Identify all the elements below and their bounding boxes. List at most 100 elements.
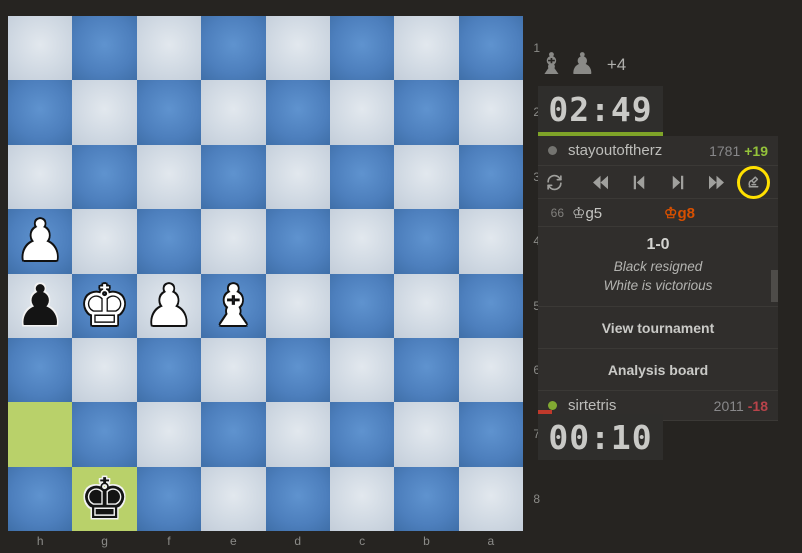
square-e3[interactable] — [201, 144, 266, 210]
square-a6[interactable] — [458, 337, 523, 403]
last-move-icon[interactable] — [697, 175, 736, 190]
result-scrollbar-thumb[interactable] — [771, 270, 778, 302]
square-c6[interactable] — [329, 337, 395, 403]
square-c2[interactable] — [329, 80, 395, 145]
square-f8[interactable] — [136, 466, 202, 531]
square-a3[interactable] — [458, 144, 523, 210]
white-king[interactable]: ♚ — [72, 274, 136, 338]
player-rating-delta: -18 — [747, 397, 768, 414]
square-f2[interactable] — [136, 80, 202, 145]
square-h8[interactable] — [8, 466, 73, 531]
square-b3[interactable] — [394, 144, 459, 210]
square-b2[interactable] — [394, 80, 459, 145]
opponent-clock: 02:49 — [538, 86, 663, 132]
square-e1[interactable] — [201, 16, 266, 81]
white-pawn[interactable]: ♟ — [8, 209, 72, 273]
square-b7[interactable] — [394, 402, 459, 467]
microscope-icon[interactable] — [736, 165, 770, 199]
square-f4[interactable] — [136, 209, 202, 274]
square-g7[interactable] — [72, 402, 137, 467]
chess-game-screen: ♟ ♟ ♚ ♟ ♝ ♚ 12345678 hgfedcba ♝ ♟ +4 02:49 st… — [0, 0, 802, 553]
square-e6[interactable] — [201, 337, 266, 403]
square-g5[interactable]: ♚ — [72, 273, 137, 338]
square-h6[interactable] — [8, 337, 73, 403]
square-b1[interactable] — [394, 16, 459, 81]
square-g1[interactable] — [72, 16, 137, 81]
previous-move-icon[interactable] — [620, 175, 659, 190]
square-e7[interactable] — [201, 402, 266, 467]
white-move[interactable]: ♔g5 — [572, 204, 664, 222]
square-c4[interactable] — [329, 209, 395, 274]
opponent-player-row[interactable]: stayoutoftherz 1781 +19 — [538, 136, 778, 166]
square-f7[interactable] — [136, 402, 202, 467]
player-rating: 2011 — [713, 397, 744, 414]
square-e4[interactable] — [201, 209, 266, 274]
square-f3[interactable] — [136, 144, 202, 210]
file-coordinates: hgfedcba — [8, 531, 523, 551]
square-b5[interactable] — [394, 273, 459, 338]
square-g8[interactable]: ♚ — [72, 466, 137, 531]
next-move-icon[interactable] — [659, 175, 698, 190]
square-d4[interactable] — [265, 209, 330, 274]
square-f6[interactable] — [136, 337, 202, 403]
square-h3[interactable] — [8, 144, 73, 210]
first-move-icon[interactable] — [581, 175, 620, 190]
square-a5[interactable] — [458, 273, 523, 338]
square-d2[interactable] — [265, 80, 330, 145]
chess-board[interactable]: ♟ ♟ ♚ ♟ ♝ ♚ — [8, 16, 523, 531]
square-a4[interactable] — [458, 209, 523, 274]
square-b6[interactable] — [394, 337, 459, 403]
file-label-b: b — [423, 534, 430, 548]
move-list-row[interactable]: 66 ♔g5 ♔g8 — [538, 199, 778, 227]
square-a1[interactable] — [458, 16, 523, 81]
square-e2[interactable] — [201, 80, 266, 145]
opponent-rating-delta: +19 — [744, 142, 768, 159]
square-b8[interactable] — [394, 466, 459, 531]
square-b4[interactable] — [394, 209, 459, 274]
square-c3[interactable] — [329, 144, 395, 210]
square-c8[interactable] — [329, 466, 395, 531]
black-king[interactable]: ♚ — [72, 467, 136, 531]
square-h7[interactable] — [8, 402, 73, 467]
square-h2[interactable] — [8, 80, 73, 145]
view-tournament-button[interactable]: View tournament — [538, 307, 778, 350]
white-pawn[interactable]: ♟ — [137, 274, 201, 338]
black-move[interactable]: ♔g8 — [664, 204, 695, 222]
square-g4[interactable] — [72, 209, 137, 274]
square-e5[interactable]: ♝ — [201, 273, 266, 338]
square-f1[interactable] — [136, 16, 202, 81]
analysis-board-button[interactable]: Analysis board — [538, 349, 778, 392]
square-a7[interactable] — [458, 402, 523, 467]
black-pawn[interactable]: ♟ — [8, 274, 72, 338]
square-a2[interactable] — [458, 80, 523, 145]
square-e8[interactable] — [201, 466, 266, 531]
square-d8[interactable] — [265, 466, 330, 531]
square-d1[interactable] — [265, 16, 330, 81]
square-d5[interactable] — [265, 273, 330, 338]
captured-pawn-icon: ♟ — [568, 48, 596, 81]
square-c7[interactable] — [329, 402, 395, 467]
square-g6[interactable] — [72, 337, 137, 403]
square-g2[interactable] — [72, 80, 137, 145]
square-a8[interactable] — [458, 466, 523, 531]
square-h1[interactable] — [8, 16, 73, 81]
board-area: ♟ ♟ ♚ ♟ ♝ ♚ 12345678 hgfedcba — [0, 0, 540, 553]
game-panel: ♝ ♟ +4 02:49 stayoutoftherz 1781 +19 66 … — [538, 0, 802, 553]
square-h5[interactable]: ♟ — [8, 273, 73, 338]
square-h4[interactable]: ♟ — [8, 209, 73, 274]
result-scrollbar[interactable] — [771, 222, 778, 350]
analysis-highlight-ring — [736, 165, 770, 199]
player-name[interactable]: sirtetris — [568, 397, 714, 414]
square-g3[interactable] — [72, 144, 137, 210]
square-c1[interactable] — [329, 16, 395, 81]
square-f5[interactable]: ♟ — [136, 273, 202, 338]
square-c5[interactable] — [329, 273, 395, 338]
flip-board-icon[interactable] — [546, 174, 563, 191]
status-dot-offline-icon — [548, 146, 557, 155]
square-d6[interactable] — [265, 337, 330, 403]
square-d7[interactable] — [265, 402, 330, 467]
white-bishop[interactable]: ♝ — [201, 274, 265, 338]
opponent-rating: 1781 — [709, 142, 741, 159]
square-d3[interactable] — [265, 144, 330, 210]
opponent-name[interactable]: stayoutoftherz — [568, 142, 709, 159]
